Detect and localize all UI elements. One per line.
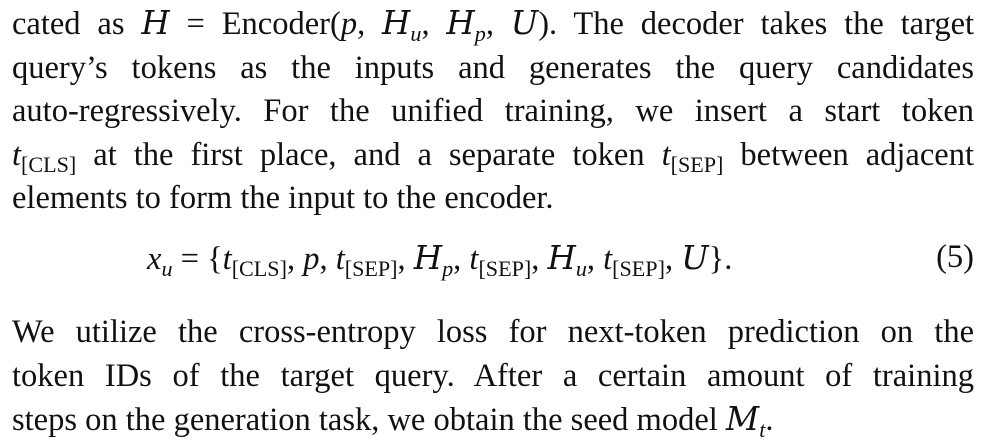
equation-number: (5) (936, 239, 974, 275)
text-segment: between adjacent (723, 136, 974, 173)
math-t-cls: t (12, 136, 22, 173)
math-comma: , (586, 241, 604, 277)
paragraph-1-line-4: t[CLS] at the first place, and a separat… (12, 134, 974, 178)
paragraph-1-line-1: cated as H = Encoder(p, Hu, Hp, U). The … (12, 2, 974, 47)
math-t-sep: t (661, 136, 671, 173)
sep-token-subscript: [SEP] (612, 256, 665, 282)
math-paren-open: ( (329, 6, 341, 42)
math-script-h-p: H (413, 239, 443, 277)
math-script-h-u: H (547, 239, 576, 277)
math-t: t (222, 241, 232, 277)
math-equals: = (169, 6, 222, 42)
paragraph-1: cated as H = Encoder(p, Hu, Hp, U). The … (12, 2, 974, 221)
paragraph-2-line-3: steps on the generation task, we obtain … (12, 398, 974, 443)
text-segment: . The decoder takes the target (549, 6, 975, 42)
text-page: cated as H = Encoder(p, Hu, Hp, U). The … (12, 2, 974, 441)
math-script-h: H (141, 4, 170, 42)
math-subscript-u: u (575, 256, 587, 282)
math-script-u: U (681, 239, 709, 277)
text-segment: cated as (12, 6, 142, 42)
math-p: p (340, 6, 358, 42)
sep-token-subscript: [SEP] (344, 256, 398, 282)
math-equals-brace: = { (172, 241, 223, 277)
text-segment: . (765, 402, 774, 438)
math-t: t (603, 241, 613, 277)
paragraph-1-line-3: auto-regressively. For the unified train… (12, 93, 974, 129)
math-script-h-p: H (446, 4, 475, 42)
math-subscript-p: p (474, 21, 486, 47)
math-comma: , (319, 241, 336, 277)
math-comma: , (421, 6, 447, 42)
text-segment: at the first place, and a separate token (76, 136, 662, 173)
math-x: x (147, 241, 162, 277)
math-comma: , (397, 241, 414, 277)
paragraph-2-line-1: We utilize the cross-entropy loss for ne… (12, 314, 974, 350)
paragraph-1-line-2: query’s tokens as the inputs and generat… (12, 49, 974, 86)
math-script-m: M (725, 400, 760, 438)
math-comma: , (485, 6, 511, 42)
text-segment: steps on the generation task, we obtain … (12, 402, 726, 438)
math-comma: , (357, 6, 383, 42)
sep-token-subscript: [SEP] (670, 151, 724, 177)
math-p: p (303, 241, 320, 277)
cls-token-subscript: [CLS] (21, 151, 77, 177)
paragraph-2-line-2: token IDs of the target query. After a c… (12, 357, 974, 394)
equation-5: xu = {t[CLS], p, t[SEP], Hp, t[SEP], Hu,… (12, 235, 974, 291)
math-subscript-p: p (442, 256, 454, 282)
cls-token-subscript: [CLS] (231, 256, 287, 282)
math-script-u: U (510, 4, 539, 42)
paragraph-2: We utilize the cross-entropy loss for ne… (12, 311, 974, 443)
math-t: t (335, 241, 345, 277)
math-subscript-u: u (410, 21, 422, 47)
math-comma: , (286, 241, 304, 277)
math-paren-close: ) (538, 6, 550, 42)
sep-token-subscript: [SEP] (478, 256, 532, 282)
math-closing-brace: }. (708, 241, 733, 277)
math-subscript-u: u (161, 256, 173, 282)
math-comma: , (664, 241, 682, 277)
equation-body: xu = {t[CLS], p, t[SEP], Hp, t[SEP], Hu,… (147, 239, 733, 282)
encoder-function-name: Encoder (221, 6, 330, 42)
paragraph-1-line-5: elements to form the input to the encode… (12, 180, 554, 216)
math-comma: , (531, 241, 548, 277)
math-comma: , (453, 241, 470, 277)
math-script-h-u: H (382, 4, 411, 42)
